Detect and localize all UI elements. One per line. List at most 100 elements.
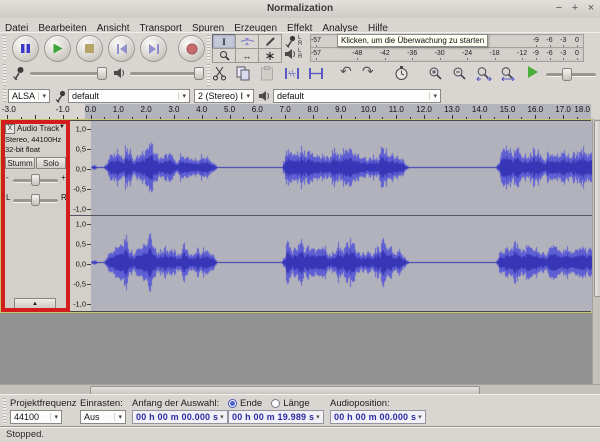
mixer-grip[interactable]: [3, 64, 6, 86]
fit-project-button[interactable]: [500, 66, 516, 81]
end-radio-label: Ende: [240, 398, 262, 409]
end-radio-group[interactable]: Ende Länge: [228, 398, 310, 409]
waveform-display[interactable]: [91, 121, 592, 311]
play-speed-thumb[interactable]: [562, 68, 572, 81]
channel-divider: [69, 215, 592, 216]
stop-button[interactable]: [76, 35, 103, 62]
silence-button[interactable]: [308, 66, 324, 81]
transport-grip[interactable]: [3, 35, 6, 59]
length-radio[interactable]: [271, 399, 280, 408]
playback-volume-slider[interactable]: [130, 72, 202, 76]
fit-selection-icon: [476, 66, 492, 81]
record-button[interactable]: [178, 35, 205, 62]
play-at-speed-button[interactable]: [528, 66, 538, 78]
chevron-down-icon: ▾: [38, 92, 46, 100]
skip-to-end-button[interactable]: [140, 35, 167, 62]
record-volume-slider[interactable]: [30, 72, 106, 76]
selection-start-label: Anfang der Auswahl:: [132, 398, 219, 409]
timeline-label: 16.0: [528, 105, 544, 114]
playback-device-speaker-icon: [259, 90, 271, 102]
meter-tick: [522, 58, 523, 60]
track-close-button[interactable]: X: [5, 124, 15, 134]
vruler-label: -1,0: [73, 299, 86, 308]
track-menu-button[interactable]: ▼: [59, 124, 65, 130]
snap-select[interactable]: Aus▾: [80, 410, 126, 424]
copy-icon: [236, 66, 251, 81]
mute-button[interactable]: Stumm: [5, 157, 35, 169]
timeline-label: 15.0: [500, 105, 516, 114]
playback-meter-label: LR: [285, 48, 302, 60]
audio-position-field[interactable]: 00 h 00 m 00.000 s▾: [330, 410, 426, 424]
fit-selection-button[interactable]: [476, 66, 492, 81]
tools-grip[interactable]: [207, 35, 210, 61]
play-button[interactable]: [44, 35, 71, 62]
skip-to-start-button[interactable]: [108, 35, 135, 62]
pan-left-label: L: [6, 193, 10, 202]
undo-button[interactable]: ↶: [340, 66, 352, 77]
end-radio[interactable]: [228, 399, 237, 408]
vruler-label: 0,0: [76, 259, 86, 268]
rate-select[interactable]: 44100▾: [10, 410, 62, 424]
undo-icon: ↶: [340, 63, 352, 79]
sync-lock-button[interactable]: [394, 65, 409, 81]
trim-button[interactable]: [284, 66, 300, 81]
channels-select[interactable]: 2 (Stereo) Rec▾: [194, 89, 254, 103]
timeline-label: 3.0: [168, 105, 179, 114]
timeshift-tool[interactable]: ↔: [235, 48, 259, 63]
selection-end-value: 00 h 00 m 19.989 s: [232, 412, 314, 422]
cut-button[interactable]: [212, 66, 227, 81]
paste-button[interactable]: [260, 66, 274, 81]
titlebar[interactable]: Normalization − + ×: [0, 0, 600, 19]
redo-button[interactable]: ↷: [362, 66, 374, 77]
meter-scale-label: -42: [380, 50, 390, 57]
selection-tool[interactable]: I: [212, 34, 236, 49]
statusbar: Stopped.: [0, 426, 600, 442]
host-select[interactable]: ALSA▾: [8, 89, 50, 103]
playback-meter[interactable]: -57-48-42-36-30-24-18-12-9-6-30: [310, 47, 584, 62]
pause-button[interactable]: [12, 35, 39, 62]
rate-label: Projektfrequenz: [10, 398, 77, 409]
selection-grip[interactable]: [3, 398, 6, 424]
paste-icon: [260, 66, 274, 81]
draw-tool[interactable]: [258, 34, 282, 49]
solo-button[interactable]: Solo: [36, 157, 66, 169]
meter-scale-label: -6: [546, 37, 552, 44]
timeline-ruler[interactable]: -3.0-1.00.01.02.03.04.05.06.07.08.09.010…: [0, 104, 600, 120]
snap-label: Einrasten:: [80, 398, 123, 409]
track-title[interactable]: Audio Track: [17, 124, 59, 133]
playback-volume-thumb[interactable]: [194, 67, 204, 80]
vertical-scrollbar[interactable]: [592, 119, 600, 384]
zoom-tool[interactable]: [212, 48, 236, 63]
gain-thumb[interactable]: [31, 174, 40, 186]
status-text: Stopped.: [0, 427, 600, 442]
maximize-button[interactable]: +: [568, 0, 582, 17]
selection-end-field[interactable]: 00 h 00 m 19.989 s▾: [228, 410, 324, 424]
selection-start-field[interactable]: 00 h 00 m 00.000 s▾: [132, 410, 228, 424]
record-volume-thumb[interactable]: [97, 67, 107, 80]
pan-thumb[interactable]: [31, 194, 40, 206]
stop-icon: [84, 43, 95, 54]
vruler-label: -0,5: [73, 184, 86, 193]
multi-tool[interactable]: ∗: [258, 48, 282, 63]
audio-position-value: 00 h 00 m 00.000 s: [334, 412, 416, 422]
playback-meter-r: R: [298, 54, 302, 60]
record-device-select[interactable]: default▾: [68, 89, 190, 103]
vertical-scrollbar-thumb[interactable]: [594, 120, 600, 297]
minimize-button[interactable]: −: [552, 0, 566, 17]
vertical-ruler[interactable]: 1,00,50,0-0,5-1,01,00,50,0-0,5-1,0: [69, 121, 92, 311]
device-grip[interactable]: [3, 89, 6, 102]
track-collapse-button[interactable]: ▲: [14, 298, 56, 309]
meter-scale-label: -12: [517, 50, 527, 57]
edit-grip[interactable]: [207, 64, 210, 86]
playback-device-select[interactable]: default▾: [273, 89, 441, 103]
close-button[interactable]: ×: [584, 0, 598, 17]
envelope-tool[interactable]: [235, 34, 259, 49]
copy-button[interactable]: [236, 66, 251, 81]
zoom-out-button[interactable]: [452, 66, 467, 81]
meter-tick: [563, 58, 564, 60]
meter-tick: [357, 58, 358, 60]
meter-tick: [385, 58, 386, 60]
microphone-icon: [285, 35, 296, 48]
toolbar-dock: I ↔ ∗ LR LR -57-9-6-30 -57-48-42-36-30-2…: [0, 32, 600, 90]
zoom-in-button[interactable]: [428, 66, 443, 81]
